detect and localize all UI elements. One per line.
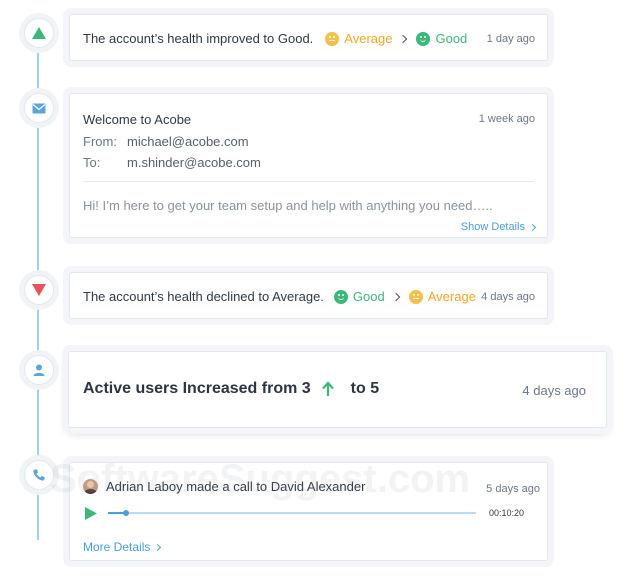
chevron-right-icon [154, 544, 162, 552]
smiley-face-icon [333, 289, 348, 304]
neutral-face-icon [325, 31, 340, 46]
email-from-row: From: michael@acobe.com [83, 134, 249, 149]
health-declined-text: The account’s health declined to Average… [83, 289, 324, 304]
user-node [24, 355, 54, 385]
to-address: m.shinder@acobe.com [127, 155, 261, 170]
health-improved-card[interactable]: The account’s health improved to Good. A… [69, 14, 548, 61]
divider [83, 181, 534, 182]
health-from-badge: Good [333, 289, 385, 304]
health-improved-text: The account’s health improved to Good. [83, 31, 314, 46]
call-header: Adrian Laboy made a call to David Alexan… [83, 479, 365, 494]
smiley-face-icon [416, 31, 431, 46]
timestamp: 4 days ago [481, 291, 535, 303]
from-address: michael@acobe.com [127, 134, 249, 149]
triangle-up-icon [32, 27, 46, 39]
play-button[interactable] [84, 506, 98, 521]
avatar [83, 479, 98, 494]
from-label: From: [83, 134, 117, 149]
active-users-card[interactable]: Active users Increased from 3 to 5 4 day… [68, 351, 607, 428]
timestamp: 4 days ago [522, 383, 586, 398]
email-snippet: Hi! I’m here to get your team setup and … [83, 198, 493, 213]
health-to-label: Good [435, 31, 468, 46]
chevron-right-icon [391, 292, 400, 301]
arrow-up-icon [321, 381, 334, 396]
health-from-badge: Average [325, 31, 392, 46]
envelope-icon [32, 103, 46, 113]
health-down-node [24, 275, 54, 305]
more-details-link[interactable]: More Details [83, 540, 162, 554]
health-to-label: Average [427, 289, 476, 304]
more-details-label: More Details [83, 540, 151, 554]
active-users-text: Active users Increased from 3 [83, 380, 311, 397]
call-duration: 00:10:20 [488, 508, 524, 518]
timestamp: 5 days ago [486, 483, 540, 495]
health-up-node [24, 18, 54, 48]
email-to-row: To: m.shinder@acobe.com [83, 155, 261, 170]
active-users-to: to 5 [350, 380, 380, 397]
email-card[interactable]: Welcome to Acobe 1 week ago From: michael… [69, 93, 548, 238]
chevron-right-icon [399, 34, 408, 43]
to-label: To: [83, 155, 101, 170]
timestamp: 1 day ago [486, 33, 535, 45]
phone-icon [33, 469, 45, 481]
triangle-down-icon [32, 284, 46, 296]
neutral-face-icon [408, 289, 423, 304]
active-users-row: Active users Increased from 3 to 5 [83, 380, 379, 398]
call-card[interactable]: Adrian Laboy made a call to David Alexan… [69, 462, 548, 561]
audio-progress-track[interactable] [108, 510, 476, 516]
call-text: Adrian Laboy made a call to David Alexan… [106, 479, 366, 494]
call-node [24, 460, 54, 490]
user-icon [33, 364, 45, 376]
timestamp: 1 week ago [478, 113, 535, 125]
health-declined-card[interactable]: The account’s health declined to Average… [69, 272, 548, 319]
health-from-label: Average [344, 31, 393, 46]
health-to-badge: Average [408, 289, 476, 304]
health-from-label: Good [352, 289, 385, 304]
chevron-right-icon [528, 223, 537, 231]
show-details-link[interactable]: Show Details [460, 221, 537, 233]
email-node [24, 93, 54, 123]
health-to-badge: Good [416, 31, 467, 46]
audio-scrubber-handle[interactable] [123, 510, 130, 516]
email-subject: Welcome to Acobe [83, 112, 192, 127]
show-details-label: Show Details [460, 221, 525, 233]
